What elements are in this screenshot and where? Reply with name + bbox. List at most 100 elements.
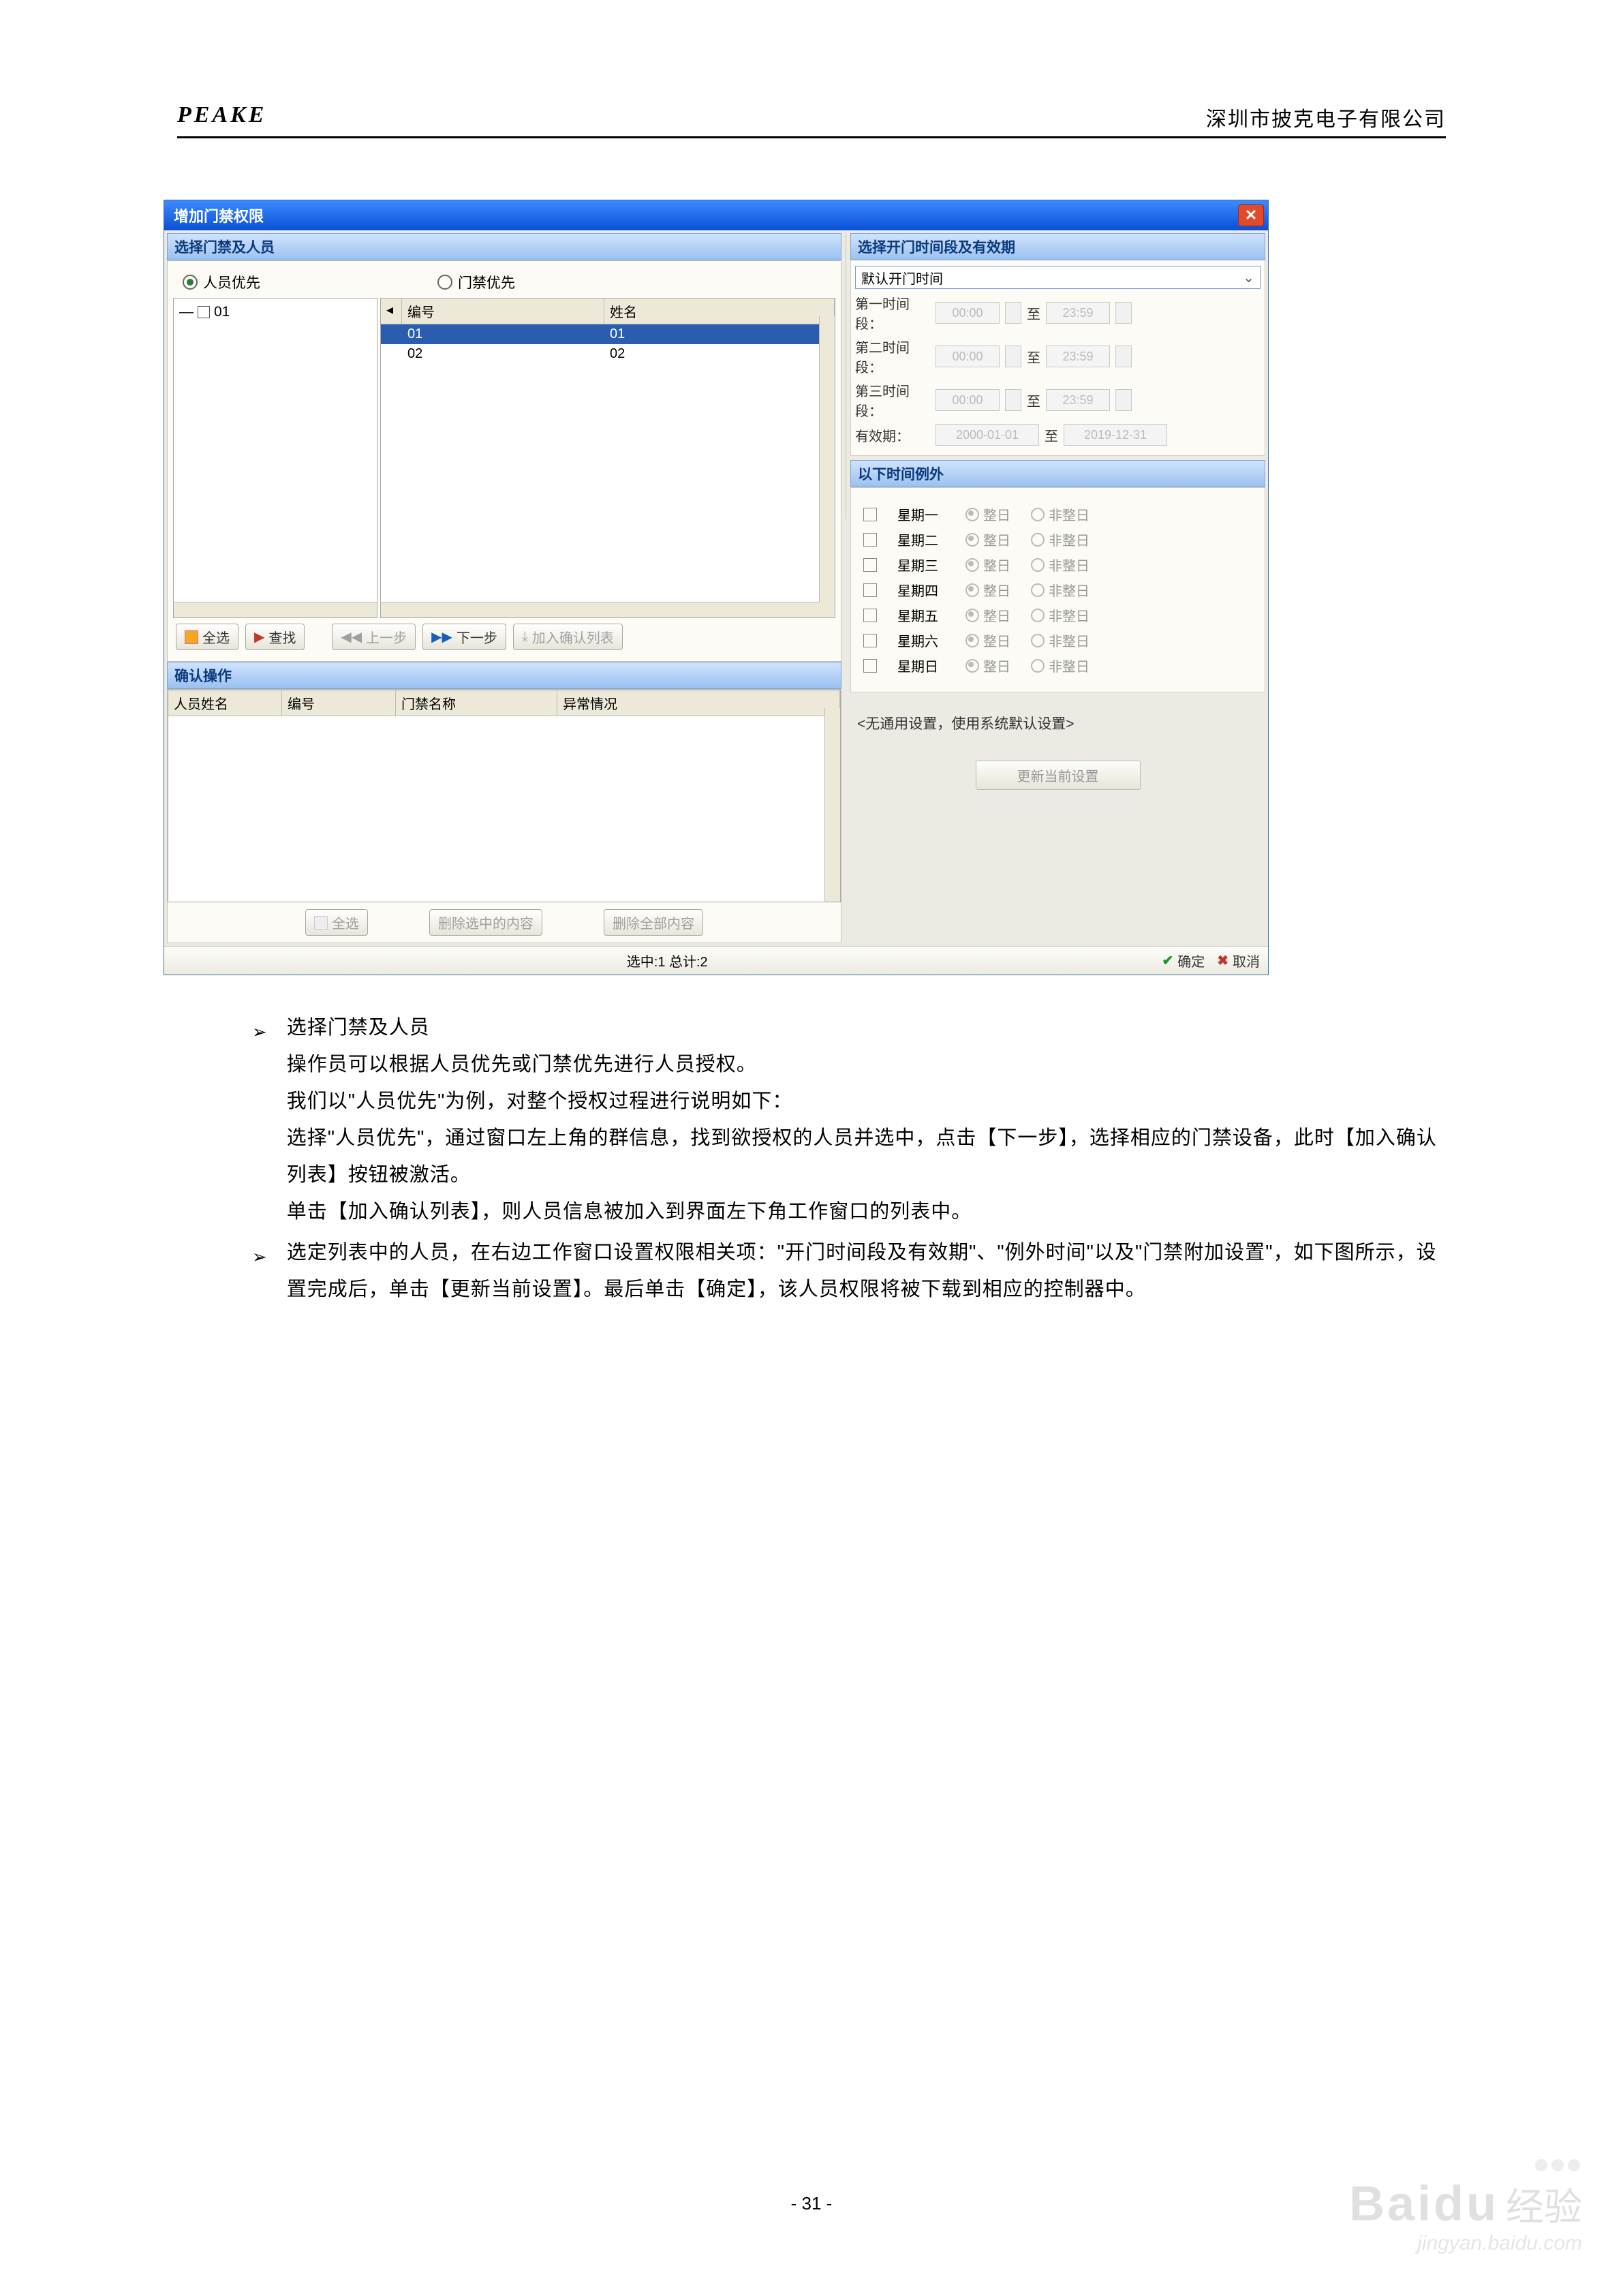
spinner-icon[interactable] — [1115, 346, 1132, 367]
slot2-label: 第二时间段： — [855, 337, 930, 376]
day-label: 星期六 — [897, 630, 945, 650]
instruction-text: ➢ 选择门禁及人员 操作员可以根据人员优先或门禁优先进行人员授权。 我们以"人员… — [252, 1009, 1446, 1308]
checkbox-icon[interactable] — [863, 533, 877, 547]
radio-allday[interactable]: 整日 — [965, 580, 1010, 600]
day-label: 星期日 — [897, 656, 945, 675]
watermark-url: jingyan.baidu.com — [1349, 2232, 1582, 2255]
h-scrollbar[interactable] — [381, 602, 820, 617]
spinner-icon[interactable] — [1005, 389, 1021, 411]
exception-row: 星期三整日非整日 — [863, 555, 1252, 575]
next-icon: ▶▶ — [431, 628, 452, 645]
bullet-icon: ➢ — [252, 1013, 268, 1050]
search-button[interactable]: ▶ 查找 — [245, 624, 305, 650]
radio-door-label: 门禁优先 — [458, 272, 515, 292]
time-to-2[interactable]: 23:59 — [1046, 346, 1110, 367]
select-all2-button[interactable]: 全选 — [305, 909, 368, 936]
radio-allday[interactable]: 整日 — [965, 630, 1010, 650]
checkbox-icon[interactable] — [863, 659, 877, 673]
col-id[interactable]: 编号 — [402, 299, 604, 324]
update-settings-button[interactable]: 更新当前设置 — [976, 761, 1141, 790]
day-label: 星期五 — [897, 605, 945, 625]
radio-notallday[interactable]: 非整日 — [1031, 530, 1089, 549]
col-exception: 异常情况 — [557, 690, 840, 716]
next-step-button[interactable]: ▶▶ 下一步 — [422, 624, 506, 650]
exception-row: 星期五整日 非整日 — [863, 605, 1252, 625]
b1-l1: 操作员可以根据人员优先或门禁优先进行人员授权。 — [287, 1046, 1446, 1083]
paw-icon — [1533, 2157, 1582, 2176]
delete-selected-button[interactable]: 删除选中的内容 — [429, 909, 542, 936]
radio-notallday[interactable]: 非整日 — [1031, 656, 1089, 675]
day-label: 星期四 — [897, 580, 945, 600]
col-name[interactable]: 姓名 — [604, 299, 835, 324]
checkbox-icon[interactable] — [863, 558, 877, 572]
exception-row: 星期二 整日 非整日 — [863, 530, 1252, 549]
time-from-3[interactable]: 00:00 — [936, 389, 1000, 411]
checkbox-icon[interactable] — [863, 609, 877, 622]
default-time-combo[interactable]: 默认开门时间 ⌄ — [855, 266, 1261, 289]
time-from-1[interactable]: 00:00 — [936, 302, 1000, 324]
list-row[interactable]: 01 01 — [381, 324, 835, 344]
spinner-icon[interactable] — [1005, 346, 1021, 367]
radio-allday[interactable]: 整日 — [965, 555, 1010, 575]
radio-notallday[interactable]: 非整日 — [1031, 555, 1089, 575]
radio-allday[interactable]: 整日 — [965, 605, 1010, 625]
h-scrollbar[interactable] — [174, 602, 377, 617]
exception-row: 星期四整日 非整日 — [863, 580, 1252, 600]
list-row[interactable]: 02 02 — [381, 344, 835, 364]
radio-person-first[interactable]: 人员优先 — [183, 272, 260, 292]
cross-icon: ✖ — [1217, 952, 1228, 969]
time-to-3[interactable]: 23:59 — [1046, 389, 1110, 411]
person-list[interactable]: ◂ 编号 姓名 01 01 02 — [380, 298, 835, 618]
section-exception: 以下时间例外 — [850, 460, 1265, 487]
day-label: 星期二 — [897, 530, 945, 549]
date-from[interactable]: 2000-01-01 — [936, 424, 1039, 446]
radio-allday[interactable]: 整日 — [965, 530, 1010, 549]
radio-notallday[interactable]: 非整日 — [1031, 605, 1089, 625]
b1-l2: 我们以"人员优先"为例，对整个授权过程进行说明如下： — [287, 1083, 1446, 1120]
spinner-icon[interactable] — [1115, 389, 1132, 411]
time-to-1[interactable]: 23:59 — [1046, 302, 1110, 324]
prev-icon: ◀◀ — [341, 628, 362, 645]
v-scrollbar[interactable] — [819, 316, 835, 617]
radio-door-first[interactable]: 门禁优先 — [437, 272, 515, 292]
ok-button[interactable]: ✔确定 — [1162, 951, 1205, 970]
add-confirm-button[interactable]: ⤓ 加入确认列表 — [513, 624, 623, 650]
spinner-icon[interactable] — [1005, 302, 1021, 324]
delete-all-button[interactable]: 删除全部内容 — [604, 909, 703, 936]
exception-row: 星期日 整日 非整日 — [863, 656, 1252, 675]
radio-allday[interactable]: 整日 — [965, 504, 1010, 524]
check-icon: ✔ — [1162, 952, 1173, 969]
time-from-2[interactable]: 00:00 — [936, 346, 1000, 367]
valid-label: 有效期： — [855, 425, 930, 445]
baidu-watermark: Baidu经验 jingyan.baidu.com — [1349, 2156, 1582, 2255]
col-person: 人员姓名 — [168, 690, 282, 716]
close-icon[interactable]: ✕ — [1238, 204, 1264, 226]
list-header: ◂ 编号 姓名 — [381, 299, 835, 324]
select-all-icon — [314, 916, 328, 930]
company-name: 深圳市披克电子有限公司 — [1206, 102, 1446, 132]
select-all-button[interactable]: 全选 — [176, 624, 238, 650]
date-to[interactable]: 2019-12-31 — [1064, 424, 1167, 446]
brand: PEAKE — [177, 102, 266, 132]
spinner-icon[interactable] — [1115, 302, 1132, 324]
checkbox-icon[interactable] — [863, 583, 877, 597]
v-scrollbar[interactable] — [824, 708, 840, 902]
radio-allday[interactable]: 整日 — [965, 656, 1010, 675]
radio-dot-icon — [183, 275, 198, 290]
cancel-button[interactable]: ✖取消 — [1217, 951, 1260, 970]
radio-notallday[interactable]: 非整日 — [1031, 580, 1089, 600]
radio-notallday[interactable]: 非整日 — [1031, 630, 1089, 650]
checkbox-icon[interactable] — [198, 306, 210, 318]
col-no: 编号 — [282, 690, 396, 716]
confirm-table[interactable]: 人员姓名 编号 门禁名称 异常情况 — [168, 690, 841, 902]
col-doorname: 门禁名称 — [396, 690, 557, 716]
tree-item-01[interactable]: — 01 — [179, 304, 371, 320]
checkbox-icon[interactable] — [863, 508, 877, 521]
dialog-add-access: 增加门禁权限 ✕ 选择门禁及人员 人员优先 门禁优先 — [164, 200, 1269, 975]
prev-step-button[interactable]: ◀◀ 上一步 — [332, 624, 416, 650]
radio-notallday[interactable]: 非整日 — [1031, 504, 1089, 524]
group-tree[interactable]: — 01 — [173, 298, 377, 618]
exception-panel: 星期一整日非整日星期二整日非整日星期三整日非整日星期四整日非整日星期五整日非整日… — [850, 487, 1265, 692]
section-time: 选择开门时间段及有效期 — [850, 233, 1265, 260]
checkbox-icon[interactable] — [863, 634, 877, 647]
